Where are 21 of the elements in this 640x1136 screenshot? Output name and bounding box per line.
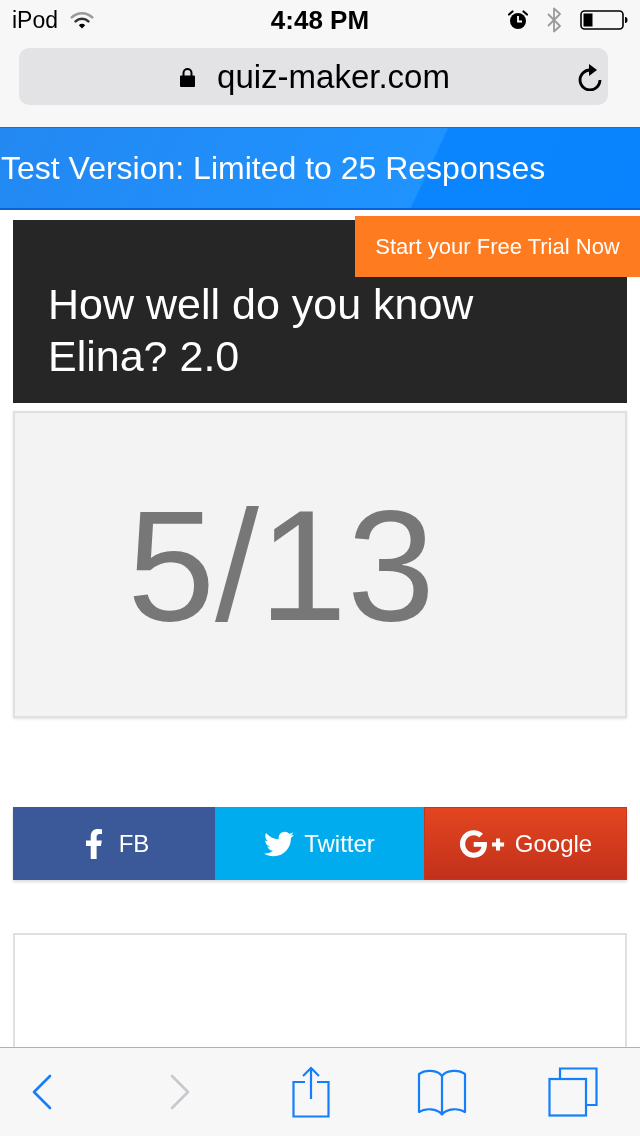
twitter-share-button[interactable]: Twitter [215, 807, 424, 880]
google-share-button[interactable]: Google [424, 807, 627, 880]
banner-text: Test Version: Limited to 25 Responses [1, 149, 546, 187]
chevron-left-icon [32, 1074, 52, 1110]
book-icon [417, 1068, 467, 1116]
bluetooth-icon [546, 7, 562, 33]
facebook-share-button[interactable]: FB [13, 807, 215, 880]
status-time: 4:48 PM [270, 4, 370, 36]
score-text: 5/13 [127, 485, 435, 644]
address-bar[interactable]: quiz-maker.com [19, 48, 608, 105]
share-icon [292, 1066, 330, 1118]
alarm-clock-icon [508, 10, 528, 30]
quiz-title: How well do you know Elina? 2.0 [48, 279, 475, 382]
wifi-icon [70, 11, 95, 29]
battery-icon [580, 10, 628, 30]
chevron-right-icon [170, 1074, 190, 1110]
url-text: quiz-maker.com [217, 57, 450, 96]
carrier-name: iPod [12, 6, 59, 34]
free-trial-button[interactable]: Start your Free Trial Now [355, 216, 640, 277]
reload-icon [577, 62, 603, 91]
squares-icon [548, 1067, 598, 1117]
